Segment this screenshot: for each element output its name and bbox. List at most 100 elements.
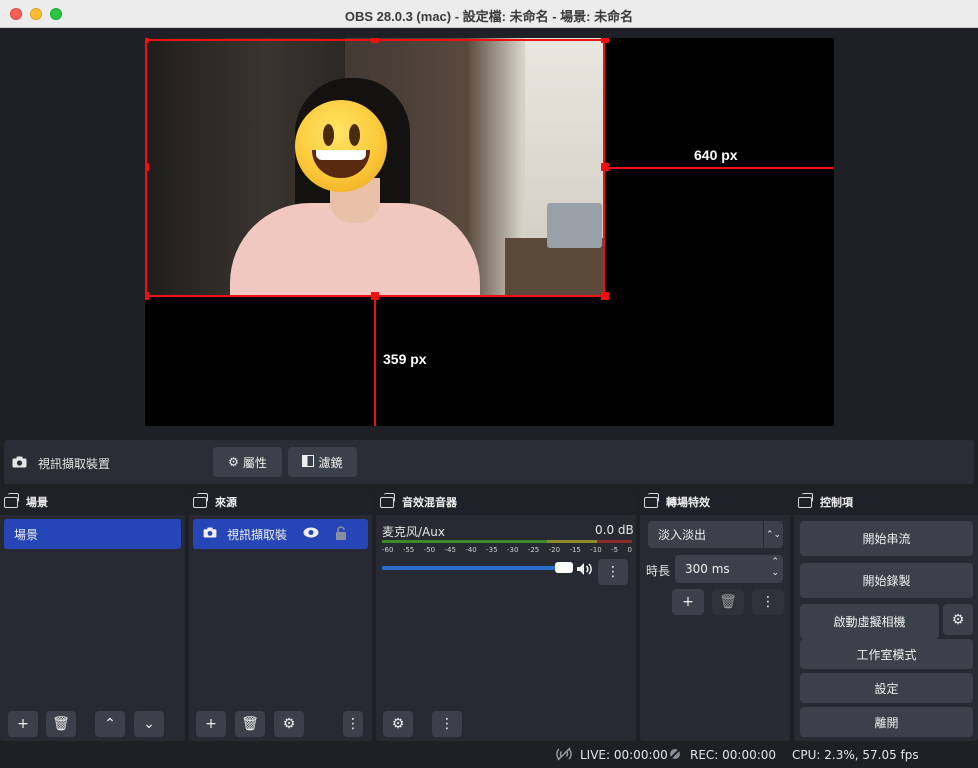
tick-label: -30 (506, 546, 519, 554)
add-scene-button[interactable]: + (8, 711, 38, 737)
remove-scene-button[interactable]: 🗑 (46, 711, 76, 737)
source-menu-button[interactable]: ⋮ (343, 711, 363, 737)
dock-icon (380, 492, 395, 508)
scenes-footer: + 🗑 ⌃ ⌄ (0, 707, 185, 741)
mixer-dock-title: 音效混音器 (402, 496, 457, 509)
mixer-dock-header[interactable]: 音效混音器 (376, 489, 636, 515)
transition-menu-button[interactable]: ⋮ (752, 589, 784, 615)
tick-label: -55 (402, 546, 415, 554)
scenes-dock: 場景 場景 + 🗑 ⌃ ⌄ (0, 489, 185, 741)
mixer-menu-button[interactable]: ⋮ (432, 711, 462, 737)
settings-button[interactable]: 設定 (800, 673, 973, 703)
studio-mode-button[interactable]: 工作室模式 (800, 639, 973, 669)
resize-handle-top-left[interactable] (145, 38, 149, 43)
more-vertical-icon: ⋮ (761, 594, 775, 610)
volume-meter-red (597, 540, 632, 543)
updown-arrows-icon: ⌃⌄ (763, 521, 783, 548)
sources-dock-title: 來源 (215, 496, 237, 509)
trash-icon: 🗑 (241, 716, 259, 732)
trash-icon: 🗑 (719, 594, 737, 610)
tick-label: -25 (527, 546, 540, 554)
duration-label: 時長 (646, 564, 671, 578)
chevron-down-icon: ⌄ (143, 716, 155, 732)
transitions-dock-header[interactable]: 轉場特效 (640, 489, 790, 515)
eye-icon[interactable] (303, 527, 319, 541)
channel-menu-button[interactable]: ⋮ (598, 559, 628, 585)
add-source-button[interactable]: + (196, 711, 226, 737)
volume-slider-knob[interactable] (555, 562, 573, 573)
remove-source-button[interactable]: 🗑 (235, 711, 265, 737)
preview-canvas[interactable]: 640 px 359 px (145, 38, 834, 426)
scenes-dock-header[interactable]: 場景 (0, 489, 185, 515)
move-scene-down-button[interactable]: ⌄ (134, 711, 164, 737)
properties-label: 屬性 (242, 455, 267, 470)
virtual-camera-settings-button[interactable]: ⚙ (943, 604, 973, 635)
tick-label: -5 (611, 546, 619, 554)
camera-icon (203, 527, 217, 541)
transitions-dock-title: 轉場特效 (666, 496, 710, 509)
scene-item[interactable]: 場景 (4, 519, 181, 549)
tick-label: 0 (627, 546, 632, 554)
source-item-label: 視訊擷取裝 (227, 527, 288, 542)
live-timer: LIVE: 00:00:00 (580, 748, 668, 762)
source-item[interactable]: 視訊擷取裝 (193, 519, 368, 549)
selected-source-name: 視訊擷取裝置 (38, 457, 111, 471)
guide-width-label: 640 px (694, 147, 738, 163)
transition-select[interactable]: 淡入淡出 ⌃⌄ (648, 521, 783, 548)
sources-dock-header[interactable]: 來源 (189, 489, 372, 515)
source-properties-button[interactable]: ⚙ (274, 711, 304, 737)
tick-label: -20 (548, 546, 561, 554)
lock-icon[interactable] (335, 525, 347, 543)
mixer-channel-name: 麦克风/Aux (382, 525, 445, 539)
plus-icon: + (17, 716, 29, 732)
camera-icon (12, 456, 27, 472)
start-recording-button[interactable]: 開始錄製 (800, 563, 973, 598)
tick-label: -50 (423, 546, 436, 554)
remove-transition-button[interactable]: 🗑 (712, 589, 744, 615)
status-bar: LIVE: 00:00:00 REC: 00:00:00 CPU: 2.3%, … (0, 743, 978, 768)
volume-slider-track[interactable] (382, 566, 568, 570)
dock-icon (644, 492, 659, 508)
duration-value: 300 ms (685, 562, 730, 576)
sources-footer: + 🗑 ⚙ ⋮ (189, 707, 372, 741)
dock-icon (798, 492, 813, 508)
resize-handle-top[interactable] (371, 38, 379, 43)
more-vertical-icon: ⋮ (606, 564, 620, 580)
selection-box[interactable] (145, 39, 605, 297)
cpu-fps: CPU: 2.3%, 57.05 fps (792, 748, 919, 762)
filters-button[interactable]: 濾鏡 (288, 447, 357, 477)
resize-handle-top-right[interactable] (601, 38, 609, 43)
start-virtual-camera-button[interactable]: 啟動虛擬相機 (800, 604, 939, 639)
move-scene-up-button[interactable]: ⌃ (95, 711, 125, 737)
stream-status-icon (555, 747, 573, 764)
resize-handle-bottom-left[interactable] (145, 292, 149, 300)
speaker-icon[interactable] (576, 562, 594, 580)
exit-button[interactable]: 離開 (800, 707, 973, 737)
resize-handle-left[interactable] (145, 163, 149, 171)
spin-arrows-icon[interactable]: ⌃ ⌄ (771, 557, 779, 579)
mixer-channel-level: 0.0 dB (595, 523, 634, 537)
gears-icon: ⚙ (391, 716, 405, 732)
tick-label: -60 (382, 546, 394, 554)
tick-label: -10 (590, 546, 602, 554)
resize-handle-bottom-right[interactable] (601, 292, 609, 300)
source-toolbar: 視訊擷取裝置 ⚙ 屬性 濾鏡 (4, 440, 974, 484)
volume-meter-yellow (547, 540, 597, 543)
window-title: OBS 28.0.3 (mac) - 設定檔: 未命名 - 場景: 未命名 (344, 9, 634, 24)
gear-icon: ⚙ (951, 611, 965, 628)
advanced-audio-button[interactable]: ⚙ (383, 711, 413, 737)
record-status-icon (668, 747, 682, 764)
tick-label: -35 (486, 546, 498, 554)
controls-dock-header[interactable]: 控制項 (794, 489, 978, 515)
meter-ticks: -60 -55 -50 -45 -40 -35 -30 -25 -20 -15 … (382, 546, 632, 554)
trash-icon: 🗑 (52, 716, 70, 732)
add-transition-button[interactable]: + (672, 589, 704, 615)
filter-icon (302, 454, 315, 470)
duration-spinbox[interactable]: 300 ms ⌃ ⌄ (675, 555, 783, 583)
plus-icon: + (682, 594, 694, 610)
tick-label: -40 (465, 546, 477, 554)
sources-dock: 來源 視訊擷取裝 + 🗑 ⚙ ⋮ (189, 489, 372, 741)
properties-button[interactable]: ⚙ 屬性 (213, 447, 282, 477)
start-streaming-button[interactable]: 開始串流 (800, 521, 973, 556)
preview-area[interactable]: 640 px 359 px (0, 28, 978, 436)
